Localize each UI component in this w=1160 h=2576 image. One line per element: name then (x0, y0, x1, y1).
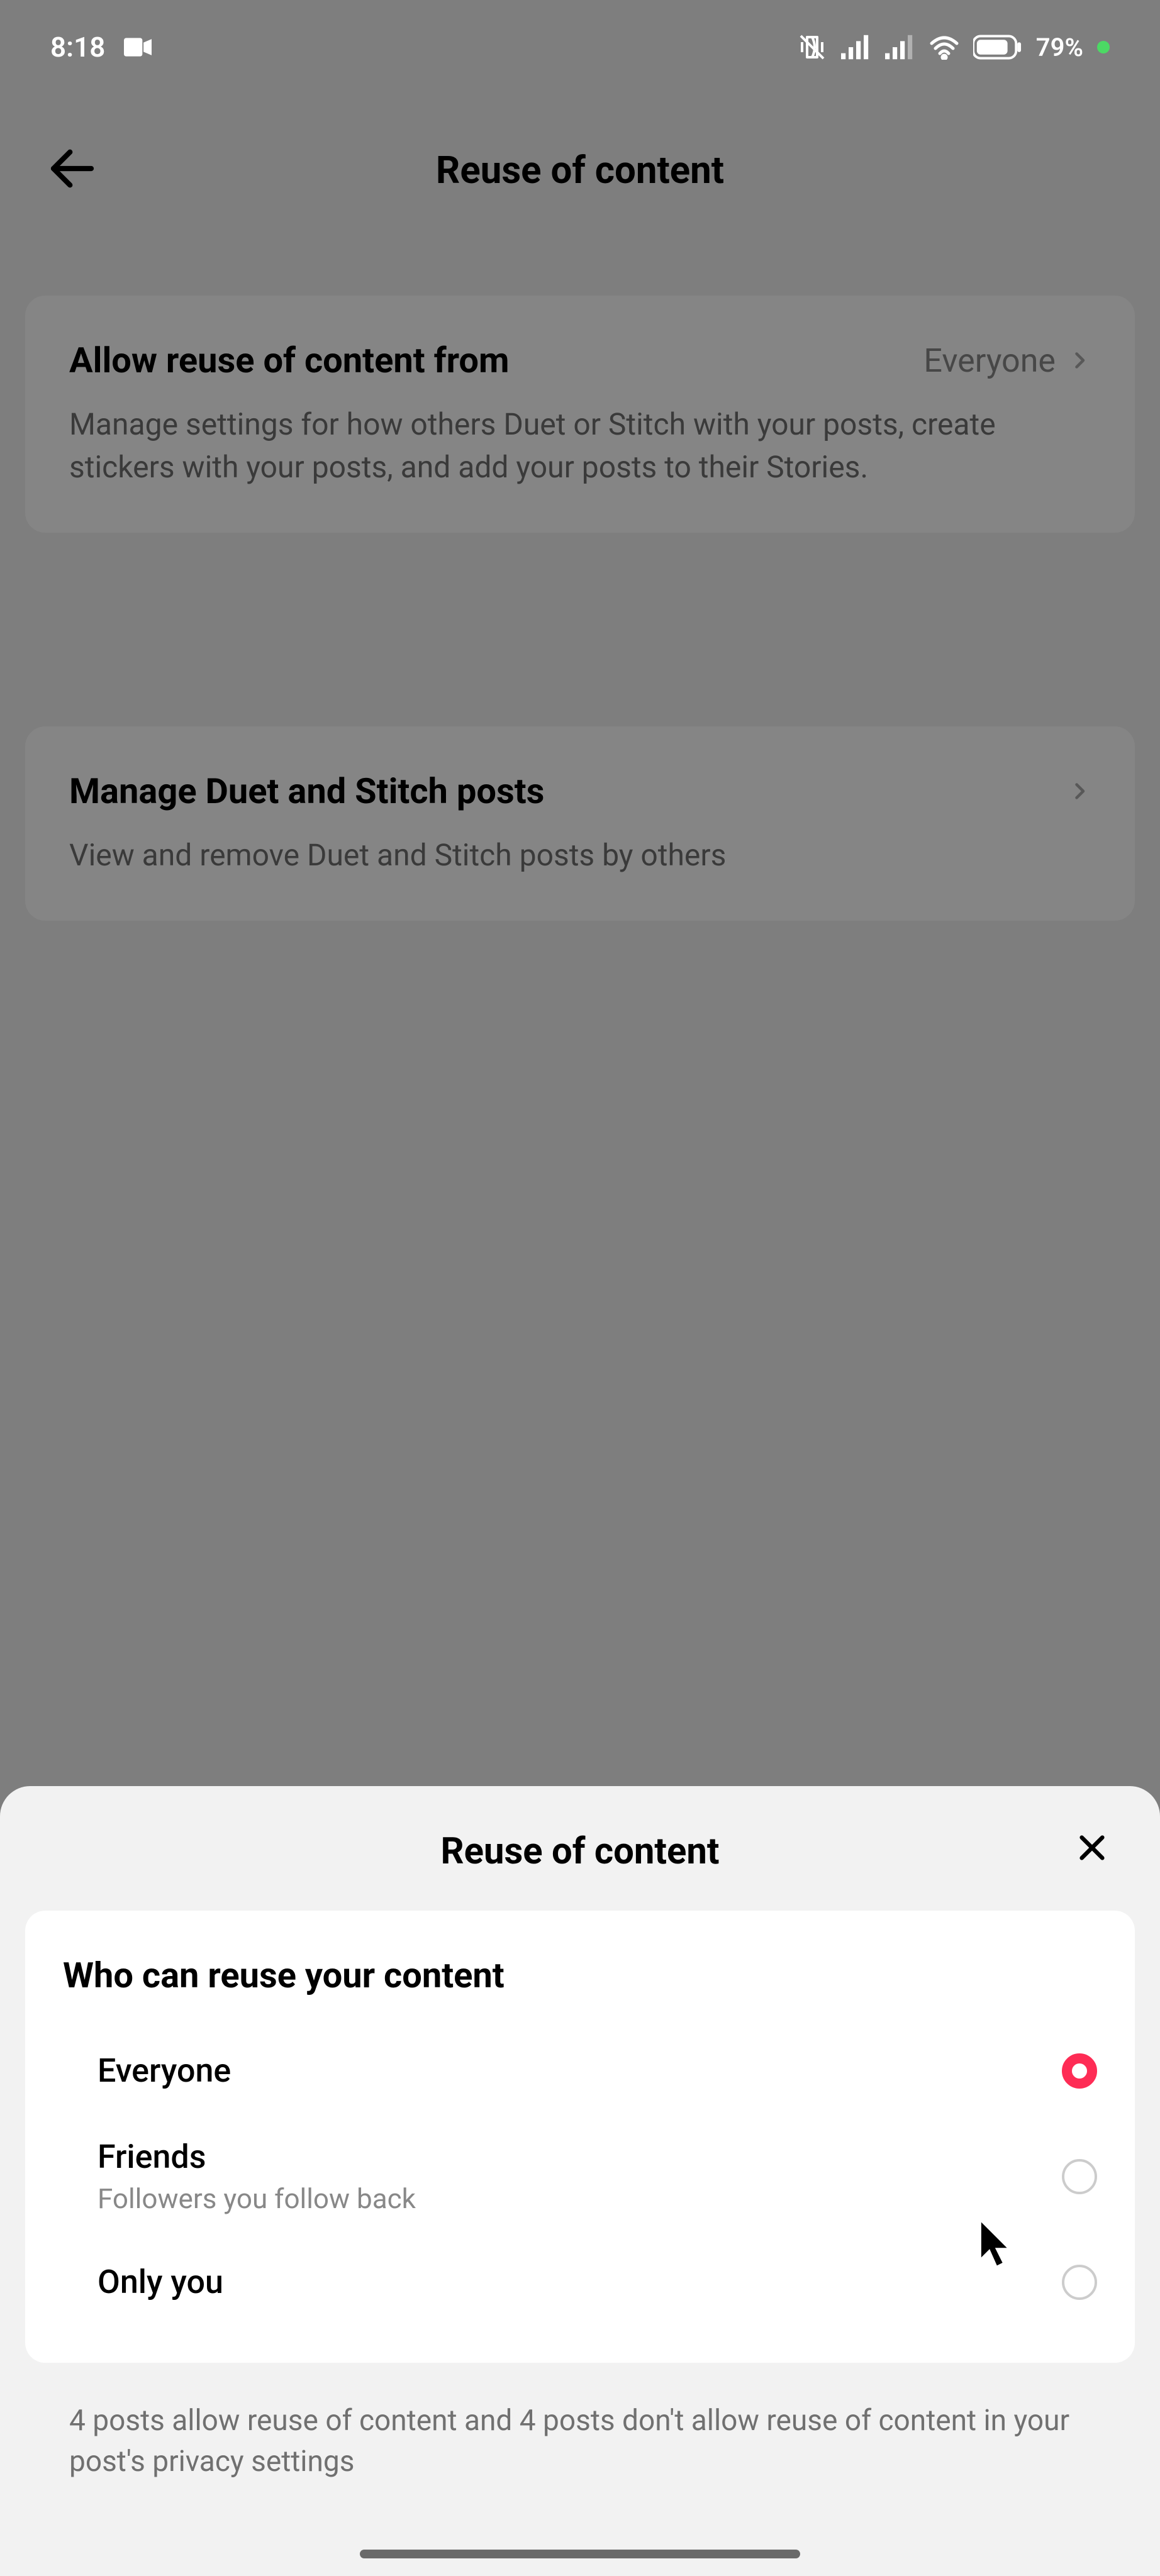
option-label: Friends (98, 2138, 416, 2176)
battery-icon (973, 35, 1022, 60)
radio-unselected-icon (1062, 2159, 1097, 2194)
videocam-icon (124, 38, 152, 57)
options-card: Who can reuse your content Everyone Frie… (25, 1911, 1135, 2363)
status-time: 8:18 (50, 31, 105, 64)
option-only-you[interactable]: Only you (63, 2239, 1097, 2325)
sheet-footer-text: 4 posts allow reuse of content and 4 pos… (0, 2363, 1160, 2576)
signal-icon (841, 35, 871, 60)
status-battery: 79% (1036, 33, 1083, 62)
status-bar: 8:18 79% (0, 0, 1160, 94)
close-button[interactable] (1074, 1830, 1110, 1868)
privacy-dot-icon (1097, 41, 1110, 53)
vibrate-icon (797, 32, 827, 62)
signal-icon (885, 35, 915, 60)
wifi-icon (929, 35, 959, 60)
close-icon (1074, 1830, 1110, 1865)
home-indicator[interactable] (360, 2550, 800, 2558)
radio-selected-icon (1062, 2053, 1097, 2089)
option-friends[interactable]: Friends Followers you follow back (63, 2114, 1097, 2239)
sheet-subtitle: Who can reuse your content (63, 1955, 1097, 1996)
option-label: Everyone (98, 2051, 231, 2090)
option-sublabel: Followers you follow back (98, 2182, 416, 2215)
option-label: Only you (98, 2263, 223, 2301)
cursor-icon (979, 2220, 1017, 2270)
radio-unselected-icon (1062, 2265, 1097, 2300)
sheet-title: Reuse of content (441, 1830, 720, 1873)
option-everyone[interactable]: Everyone (63, 2028, 1097, 2114)
reuse-content-sheet: Reuse of content Who can reuse your cont… (0, 1786, 1160, 2576)
